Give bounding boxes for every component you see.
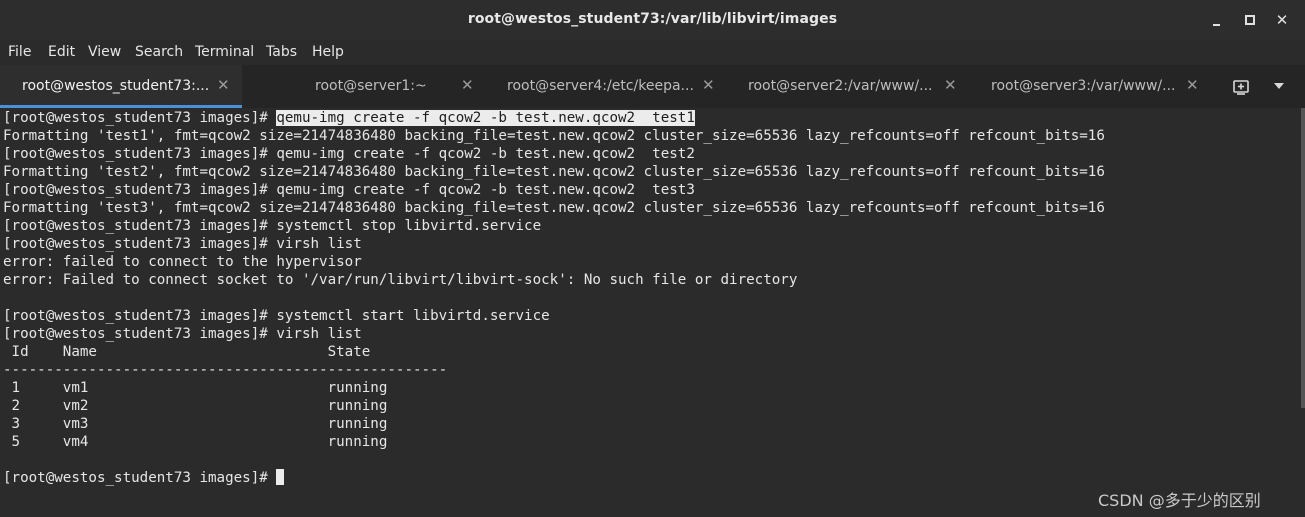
tab-server3[interactable]: root@server3:/var/www/... ✕	[968, 65, 1210, 108]
terminal-line: [root@westos_student73 images]# systemct…	[3, 218, 542, 234]
tab-server2[interactable]: root@server2:/var/www/... ✕	[726, 65, 968, 108]
watermark: CSDN @多于少的区别	[1098, 491, 1261, 510]
tab-close-icon[interactable]: ✕	[461, 76, 474, 94]
terminal-line: [root@westos_student73 images]# qemu-img…	[3, 109, 695, 127]
menu-edit[interactable]: Edit	[48, 44, 75, 60]
tab-label: root@westos_student73:...	[22, 78, 210, 94]
menu-bar: File Edit View Search Terminal Tabs Help	[0, 40, 1305, 65]
menu-search[interactable]: Search	[135, 44, 183, 60]
selected-command: qemu-img create -f qcow2 -b test.new.qco…	[276, 110, 695, 126]
tab-close-icon[interactable]: ✕	[217, 76, 230, 94]
terminal-line: 2 vm2 running	[3, 398, 388, 414]
menu-tabs[interactable]: Tabs	[266, 44, 297, 60]
terminal-line: [root@westos_student73 images]# systemct…	[3, 308, 550, 324]
tab-westos-student73[interactable]: root@westos_student73:... ✕	[0, 65, 242, 108]
menu-help[interactable]: Help	[312, 44, 344, 60]
tab-label: root@server3:/var/www/...	[991, 78, 1176, 94]
minimize-icon[interactable]	[1207, 10, 1227, 30]
terminal-line: 3 vm3 running	[3, 416, 388, 432]
tab-close-icon[interactable]: ✕	[702, 76, 715, 94]
tab-close-icon[interactable]: ✕	[1186, 76, 1199, 94]
tab-server1[interactable]: root@server1:~ ✕	[242, 65, 484, 108]
terminal-line: 1 vm1 running	[3, 380, 388, 396]
terminal-line: [root@westos_student73 images]# qemu-img…	[3, 146, 695, 162]
maximize-icon[interactable]	[1240, 10, 1260, 30]
tab-close-icon[interactable]: ✕	[944, 76, 957, 94]
terminal-line: ----------------------------------------…	[3, 362, 448, 378]
tab-server4[interactable]: root@server4:/etc/keepa... ✕	[484, 65, 726, 108]
menu-view[interactable]: View	[88, 44, 121, 60]
scrollbar[interactable]	[1301, 108, 1305, 408]
tab-label: root@server4:/etc/keepa...	[507, 78, 694, 94]
terminal-line: error: Failed to connect socket to '/var…	[3, 272, 798, 288]
terminal-line: Id Name State	[3, 344, 371, 360]
terminal-line: Formatting 'test3', fmt=qcow2 size=21474…	[3, 200, 1105, 216]
tab-label: root@server1:~	[315, 78, 427, 94]
tab-bar: root@westos_student73:... ✕ root@server1…	[0, 65, 1305, 109]
menu-terminal[interactable]: Terminal	[195, 44, 254, 60]
title-bar: root@westos_student73:/var/lib/libvirt/i…	[0, 0, 1305, 40]
terminal-line: [root@westos_student73 images]# virsh li…	[3, 236, 362, 252]
terminal-line: [root@westos_student73 images]# virsh li…	[3, 326, 362, 342]
menu-file[interactable]: File	[8, 44, 31, 60]
terminal-output[interactable]: [root@westos_student73 images]# qemu-img…	[0, 108, 1305, 517]
terminal-line: Formatting 'test2', fmt=qcow2 size=21474…	[3, 164, 1105, 180]
tab-menu-chevron-down-icon[interactable]	[1274, 83, 1284, 89]
terminal-line: Formatting 'test1', fmt=qcow2 size=21474…	[3, 128, 1105, 144]
window-title: root@westos_student73:/var/lib/libvirt/i…	[467, 11, 838, 27]
terminal-cursor	[276, 469, 285, 485]
terminal-line: [root@westos_student73 images]# qemu-img…	[3, 182, 695, 198]
terminal-line: [root@westos_student73 images]#	[3, 469, 285, 487]
terminal-line: error: failed to connect to the hypervis…	[3, 254, 362, 270]
new-tab-icon[interactable]	[1232, 78, 1250, 96]
tab-label: root@server2:/var/www/...	[748, 78, 933, 94]
prompt: [root@westos_student73 images]#	[3, 110, 277, 126]
close-icon[interactable]: ✕	[1272, 10, 1292, 30]
prompt: [root@westos_student73 images]#	[3, 470, 277, 486]
terminal-line: 5 vm4 running	[3, 434, 388, 450]
